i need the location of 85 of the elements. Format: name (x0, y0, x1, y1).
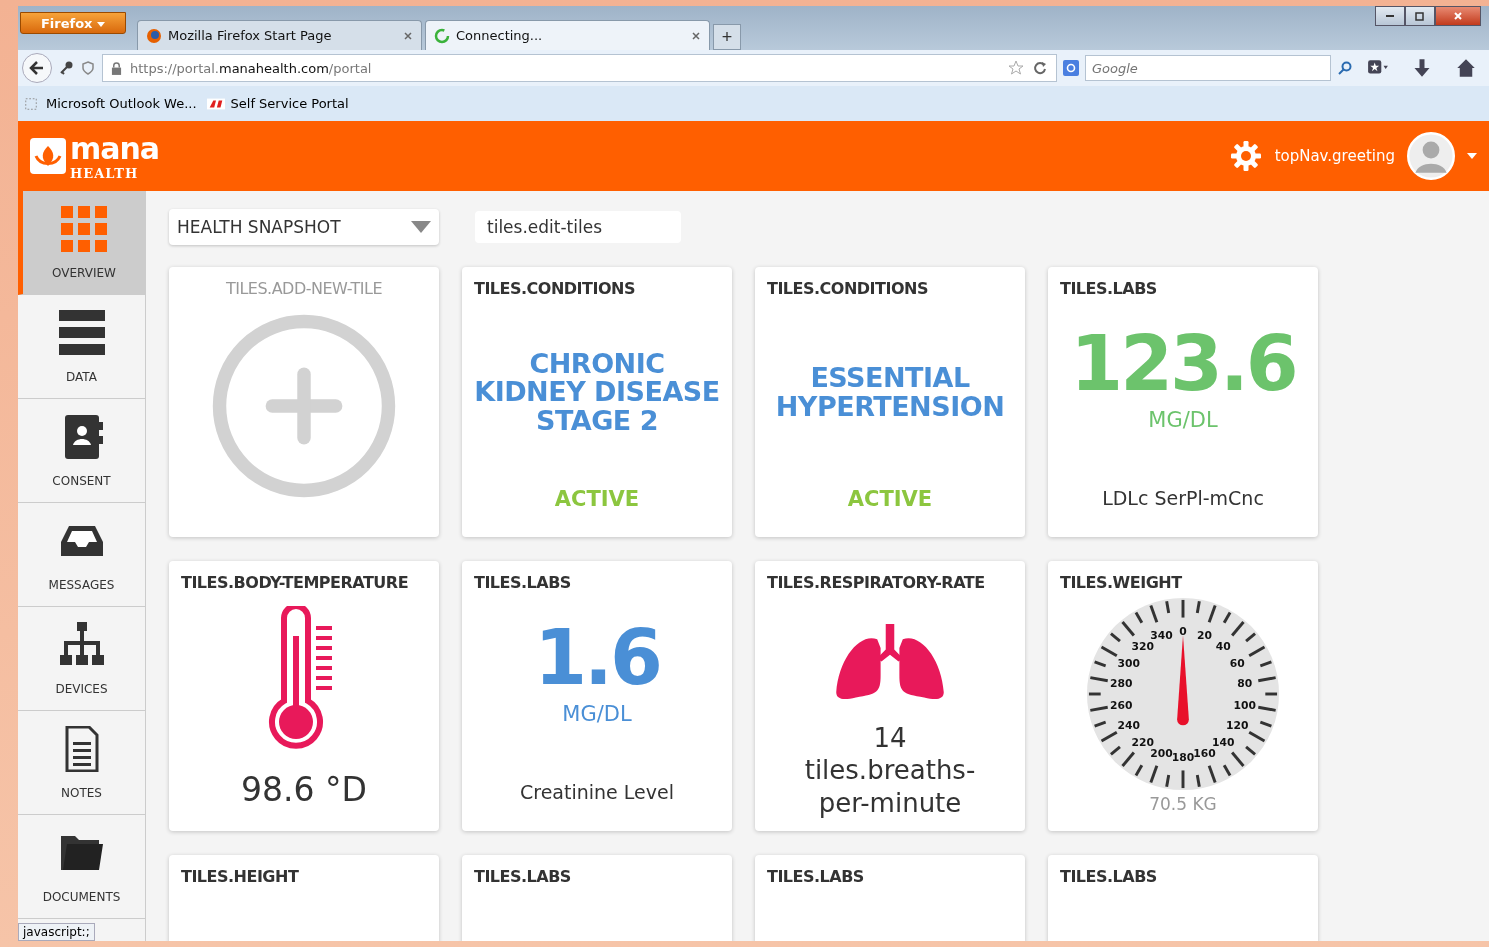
tile-title: TILES.BODY-TEMPERATURE (181, 573, 409, 592)
tile-title: TILES.LABS (767, 867, 864, 886)
bookmark-link[interactable]: Self Service Portal (206, 96, 349, 111)
tile-card[interactable]: TILES.LABS 1.6 MG/DL Creatinine Level (462, 561, 732, 831)
sidebar-item[interactable]: CONSENT (18, 399, 145, 503)
tile-title: TILES.HEIGHT (181, 867, 299, 886)
back-button[interactable] (22, 53, 52, 83)
search-field[interactable]: Google (1085, 55, 1331, 81)
lab-unit: MG/DL (1148, 408, 1218, 432)
sidebar-item[interactable]: DATA (18, 295, 145, 399)
close-icon[interactable] (691, 30, 701, 41)
home-icon[interactable] (1455, 58, 1477, 78)
condition-status: ACTIVE (554, 487, 640, 511)
tile-title: TILES.LABS (474, 867, 571, 886)
edit-tiles-button[interactable]: tiles.edit-tiles (475, 211, 681, 243)
hierarchy-icon (58, 621, 105, 668)
tile-card[interactable]: TILES.LABS 123.6 MG/DL LDLc SerPl-mCnc (1048, 267, 1318, 537)
logo-subtitle: HEALTH (70, 166, 140, 181)
tile-title: TILES.ADD-NEW-TILE (225, 279, 383, 298)
tile-card[interactable]: TILES.HEIGHT (169, 855, 439, 941)
tile-title: TILES.LABS (1060, 279, 1157, 298)
lab-value: 123.6 (1070, 326, 1296, 402)
tile-title: TILES.CONDITIONS (767, 279, 928, 298)
sidebar-item[interactable]: DEVICES (18, 607, 145, 711)
lab-unit: MG/DL (562, 702, 632, 726)
search-engine-icon[interactable] (1063, 60, 1079, 76)
address-field[interactable]: https://portal.manahealth.com/portal (102, 54, 1057, 82)
avatar-icon[interactable] (1407, 132, 1455, 180)
star-icon[interactable] (1008, 60, 1024, 76)
caret-icon[interactable] (1467, 153, 1477, 159)
lab-name: Creatinine Level (520, 781, 674, 803)
caret-icon (411, 221, 431, 233)
temperature-value: 98.6 °D (241, 770, 367, 809)
condition-name: CHRONIC KIDNEY DISEASE STAGE 2 (474, 347, 720, 438)
caret-icon (97, 21, 106, 27)
grid-icon (61, 205, 107, 252)
tile-card[interactable]: TILES.LABS (462, 855, 732, 941)
tile-title: TILES.LABS (1060, 867, 1157, 886)
page-icon (22, 96, 40, 111)
close-icon[interactable] (403, 30, 413, 41)
loading-spinner-icon (434, 27, 450, 44)
new-tab-button[interactable]: + (713, 24, 741, 50)
browser-tab[interactable]: Connecting... (425, 20, 710, 50)
respiratory-value: 14 (873, 722, 907, 754)
search-icon (1337, 60, 1353, 76)
tile-card[interactable]: TILES.LABS (755, 855, 1025, 941)
settings-icon[interactable] (1230, 141, 1261, 171)
close-window-button[interactable] (1435, 6, 1481, 26)
close-icon (1452, 10, 1464, 22)
sidebar-item[interactable]: OVERVIEW (18, 191, 145, 295)
respiratory-unit: tiles.breaths-per-minute (803, 754, 977, 819)
tile-card[interactable]: TILES.BODY-TEMPERATURE 98.6 °D (169, 561, 439, 831)
bookmark-link[interactable]: Microsoft Outlook We... (22, 96, 197, 111)
shield-icon[interactable] (80, 60, 96, 76)
condition-status: ACTIVE (847, 487, 933, 511)
lab-name: LDLc SerPl-mCnc (1102, 487, 1264, 509)
maximize-button[interactable] (1405, 6, 1435, 26)
tile-title: TILES.WEIGHT (1060, 573, 1182, 592)
tile-title: TILES.CONDITIONS (474, 279, 635, 298)
minimize-button[interactable] (1375, 6, 1405, 26)
globe-icon (146, 27, 162, 44)
tile-card[interactable]: TILES.LABS (1048, 855, 1318, 941)
key-icon[interactable] (58, 60, 74, 76)
tile-card[interactable]: TILES.CONDITIONS CHRONIC KIDNEY DISEASE STAGE 2 ACTIVE (462, 267, 732, 537)
reload-icon[interactable] (1032, 60, 1048, 76)
sidebar-item[interactable]: MESSAGES (18, 503, 145, 607)
browser-tab[interactable]: Mozilla Firefox Start Page (137, 20, 422, 50)
lab-value: 1.6 (534, 620, 660, 696)
lock-icon (111, 61, 122, 75)
condition-name: ESSENTIAL HYPERTENSION (774, 361, 1006, 424)
tile-card[interactable]: TILES.RESPIRATORY-RATE 14 tiles.breaths-per-minute (755, 561, 1025, 831)
restore-icon (1414, 10, 1426, 22)
tile-title: TILES.RESPIRATORY-RATE (767, 573, 985, 592)
tile-title: TILES.LABS (474, 573, 571, 592)
weight-value: 70.5 KG (1149, 794, 1217, 814)
tile-card[interactable]: TILES.CONDITIONS ESSENTIAL HYPERTENSION ACTIVE (755, 267, 1025, 537)
leaf-logo-icon (30, 138, 66, 174)
logo-icon (206, 96, 225, 111)
sidebar-item[interactable]: NOTES (18, 711, 145, 815)
sidebar-item[interactable]: DOCUMENTS (18, 815, 145, 919)
logo-wordmark: mana (70, 131, 160, 166)
status-bar-text: javascript:; (18, 923, 95, 941)
list-icon (58, 309, 105, 356)
minimize-icon (1386, 15, 1394, 17)
dashboard-dropdown[interactable]: HEALTH SNAPSHOT (169, 209, 439, 245)
